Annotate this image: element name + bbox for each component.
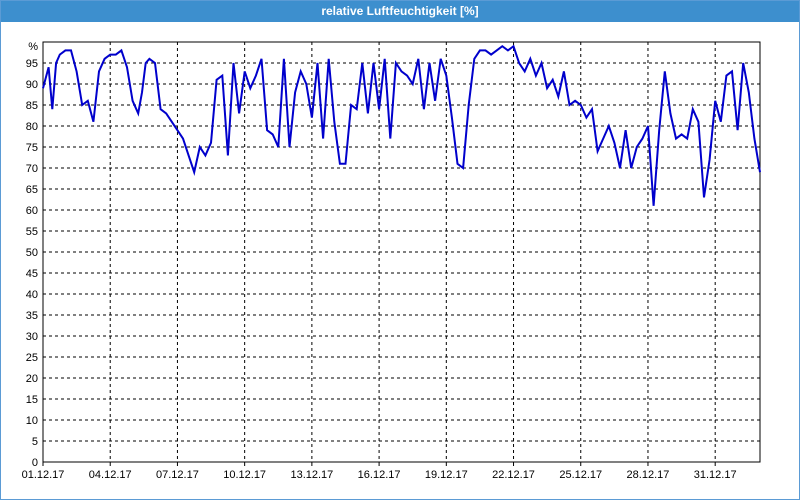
y-tick-label: 50: [26, 247, 38, 259]
y-axis-ticks: 0 5 10 15 20 25 30 35 40 45 50 55 60 65 70 75 80 85 90 95: [26, 58, 38, 469]
y-tick-label: 5: [32, 436, 38, 448]
y-tick-label: 75: [26, 142, 38, 154]
y-tick-label: 35: [26, 310, 38, 322]
x-tick-label: 07.12.17: [156, 469, 199, 481]
y-tick-label: 90: [26, 79, 38, 91]
humidity-chart: 0 5 10 15 20 25 30 35 40 45 50 55 60 65 70 75 80 85 90 95 0…: [22, 41, 761, 481]
y-tick-label: 45: [26, 268, 38, 280]
x-tick-label: 25.12.17: [559, 469, 602, 481]
plot-frame: [42, 41, 761, 463]
y-tick-label: 85: [26, 100, 38, 112]
y-tick-label: 80: [26, 121, 38, 133]
y-tick-label: 20: [26, 373, 38, 385]
x-tick-label: 22.12.17: [492, 469, 535, 481]
window-title: relative Luftfeuchtigkeit [%]: [1, 1, 799, 22]
x-tick-label: 01.12.17: [22, 469, 65, 481]
x-tick-label: 16.12.17: [358, 469, 401, 481]
y-tick-label: 55: [26, 226, 38, 238]
y-tick-label: 95: [26, 58, 38, 70]
y-tick-label: 60: [26, 205, 38, 217]
y-tick-label: 70: [26, 163, 38, 175]
y-tick-label: 30: [26, 331, 38, 343]
y-axis-unit-label: %: [28, 41, 38, 53]
humidity-series-line: [42, 44, 761, 206]
x-tick-label: 31.12.17: [694, 469, 737, 481]
y-tick-label: 40: [26, 289, 38, 301]
chart-grid: [43, 42, 760, 463]
x-tick-label: 10.12.17: [223, 469, 266, 481]
y-tick-label: 25: [26, 352, 38, 364]
chart-window: relative Luftfeuchtigkeit [%] 0 5 10 15 20 25…: [0, 0, 800, 500]
y-tick-label: 15: [26, 394, 38, 406]
x-axis-ticks: 01.12.17 04.12.17 07.12.17 10.12.17 13.12.17…: [22, 462, 737, 481]
y-tick-label: 10: [26, 415, 38, 427]
x-tick-label: 04.12.17: [89, 469, 132, 481]
x-tick-label: 19.12.17: [425, 469, 468, 481]
y-tick-label: 65: [26, 184, 38, 196]
x-tick-label: 13.12.17: [290, 469, 333, 481]
y-tick-label: 0: [32, 457, 38, 469]
x-tick-label: 28.12.17: [627, 469, 670, 481]
